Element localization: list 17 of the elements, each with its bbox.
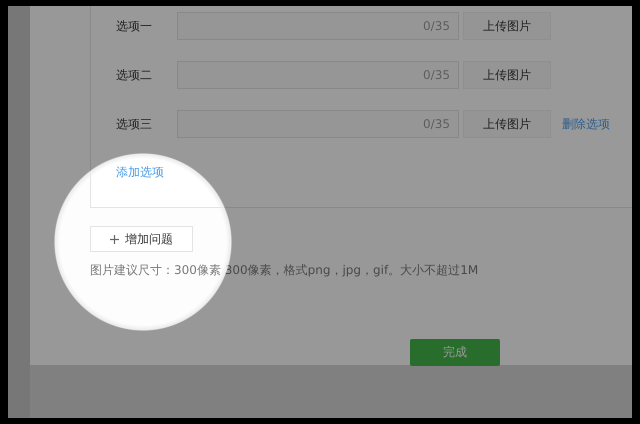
plus-icon	[110, 234, 119, 244]
upload-image-button[interactable]: 上传图片	[463, 110, 551, 138]
add-question-button[interactable]: 增加问题	[90, 226, 193, 252]
char-counter: 0/35	[423, 117, 450, 131]
char-counter: 0/35	[423, 68, 450, 82]
option-input[interactable]: 0/35	[177, 110, 459, 138]
delete-option-link[interactable]: 删除选项	[562, 116, 610, 132]
option-input[interactable]: 0/35	[177, 12, 459, 40]
char-counter: 0/35	[423, 19, 450, 33]
done-button[interactable]: 完成	[410, 339, 500, 366]
option-label: 选项一	[116, 18, 153, 34]
add-option-link[interactable]: 添加选项	[116, 164, 164, 181]
option-label: 选项三	[116, 116, 153, 132]
option-label: 选项二	[116, 66, 153, 84]
option-input[interactable]: 0/35	[177, 61, 459, 89]
upload-image-button[interactable]: 上传图片	[463, 61, 551, 89]
upload-image-button[interactable]: 上传图片	[463, 12, 551, 40]
